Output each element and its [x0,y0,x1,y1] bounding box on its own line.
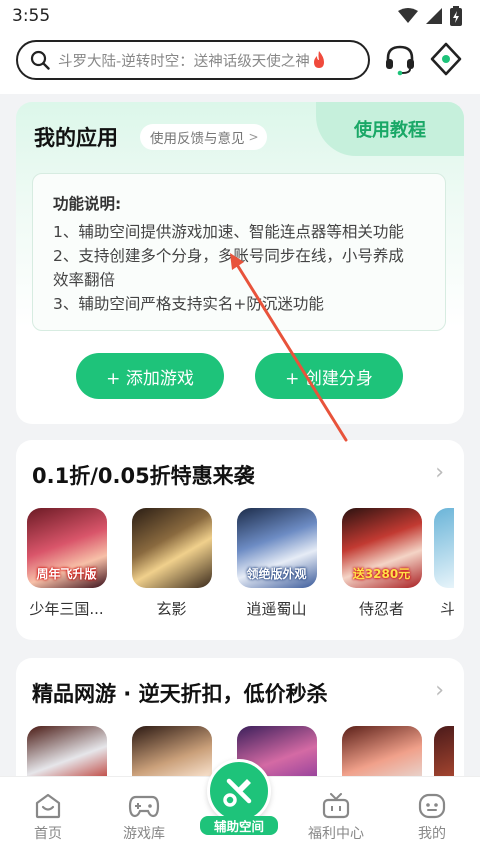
search-input[interactable]: 斗罗大陆-逆转时空：送神话级天使之神 [16,40,370,80]
game-badge: 送3280元 [352,567,411,581]
desc-line: 2、支持创建多个分身，多账号同步在线，小号养成 [53,247,404,265]
signal-icon [426,8,442,24]
game-badge: 周年飞升版 [36,567,97,581]
game-name: 玄影 [156,600,187,618]
add-game-button[interactable]: + 添加游戏 [76,353,224,399]
status-time: 3:55 [12,6,51,26]
bottom-nav: 首页 游戏库 辅助空间 福利中心 我的 [0,759,480,853]
nav-home[interactable]: 首页 [8,777,88,843]
nav-assist-label: 辅助空间 [200,816,278,835]
section-title: 精品网游 · 逆天折扣，低价秒杀 [32,682,328,706]
desc-line: 效率翻倍 [53,271,116,289]
gamepad-icon [128,795,160,818]
feature-description: 功能说明: 1、辅助空间提供游戏加速、智能连点器等相关功能 2、支持创建多个分身… [32,173,446,331]
game-item[interactable]: 周年飞升版 少年三国... [14,508,119,619]
nav-mine[interactable]: 我的 [392,777,472,843]
chevron-right-icon[interactable]: › [435,678,444,703]
nav-home-label: 首页 [34,826,62,842]
game-item[interactable]: 领绝版外观 逍遥蜀山 [224,508,329,619]
nav-welfare[interactable]: 福利中心 [296,777,376,843]
profile-icon [418,793,446,819]
desc-line: 3、辅助空间严格支持实名+防沉迷功能 [53,295,324,313]
headset-icon[interactable] [383,42,417,76]
game-name: 侍忍者 [358,600,404,618]
tutorial-button[interactable]: 使用教程 [316,102,464,156]
tutorial-label: 使用教程 [354,120,426,141]
desc-title: 功能说明: [53,195,122,213]
status-bar: 3:55 [0,0,480,32]
game-badge: 领绝版外观 [246,567,307,581]
nav-library-label: 游戏库 [123,826,165,842]
tools-icon [223,778,252,807]
nav-welfare-label: 福利中心 [308,826,364,842]
scan-icon[interactable] [429,42,463,76]
status-icons [398,6,462,26]
game-icon [434,508,454,588]
fire-icon [313,51,324,68]
section-title: 0.1折/0.05折特惠来袭 [32,464,255,488]
game-icon: 周年飞升版 [26,508,107,588]
nav-mine-label: 我的 [418,826,446,842]
chevron-right-icon: > [248,130,259,144]
header: 斗罗大陆-逆转时空：送神话级天使之神 [0,32,480,94]
tv-gift-icon [322,793,350,819]
create-clone-button[interactable]: + 创建分身 [255,353,403,399]
game-icon: 送3280元 [341,508,422,588]
discount-section: 0.1折/0.05折特惠来袭 › 周年飞升版 少年三国... 玄影 领绝版外观 … [16,440,464,640]
wifi-icon [398,8,418,23]
game-icon: 领绝版外观 [236,508,317,588]
chevron-right-icon[interactable]: › [435,460,444,485]
desc-line: 1、辅助空间提供游戏加速、智能连点器等相关功能 [53,223,404,241]
my-apps-card: 使用教程 我的应用 使用反馈与意见 > 功能说明: 1、辅助空间提供游戏加速、智… [16,102,464,424]
feedback-label: 使用反馈与意见 [150,131,245,147]
game-item[interactable]: 送3280元 侍忍者 [329,508,434,619]
game-name: 逍遥蜀山 [246,600,307,618]
my-apps-title: 我的应用 [34,126,118,150]
game-icon [131,508,212,588]
nav-library[interactable]: 游戏库 [104,777,184,843]
nav-assist[interactable] [207,759,271,823]
game-item[interactable]: 斗 [434,508,454,619]
battery-icon [450,6,462,26]
game-name: 斗 [440,600,454,618]
game-name: 少年三国... [29,600,104,618]
home-icon [35,793,61,819]
search-icon [30,50,50,70]
search-placeholder: 斗罗大陆-逆转时空：送神话级天使之神 [58,53,310,70]
feedback-button[interactable]: 使用反馈与意见 > [140,124,267,150]
games-row: 周年飞升版 少年三国... 玄影 领绝版外观 逍遥蜀山 送3280元 侍忍者 斗 [14,508,454,619]
game-item[interactable]: 玄影 [119,508,224,619]
